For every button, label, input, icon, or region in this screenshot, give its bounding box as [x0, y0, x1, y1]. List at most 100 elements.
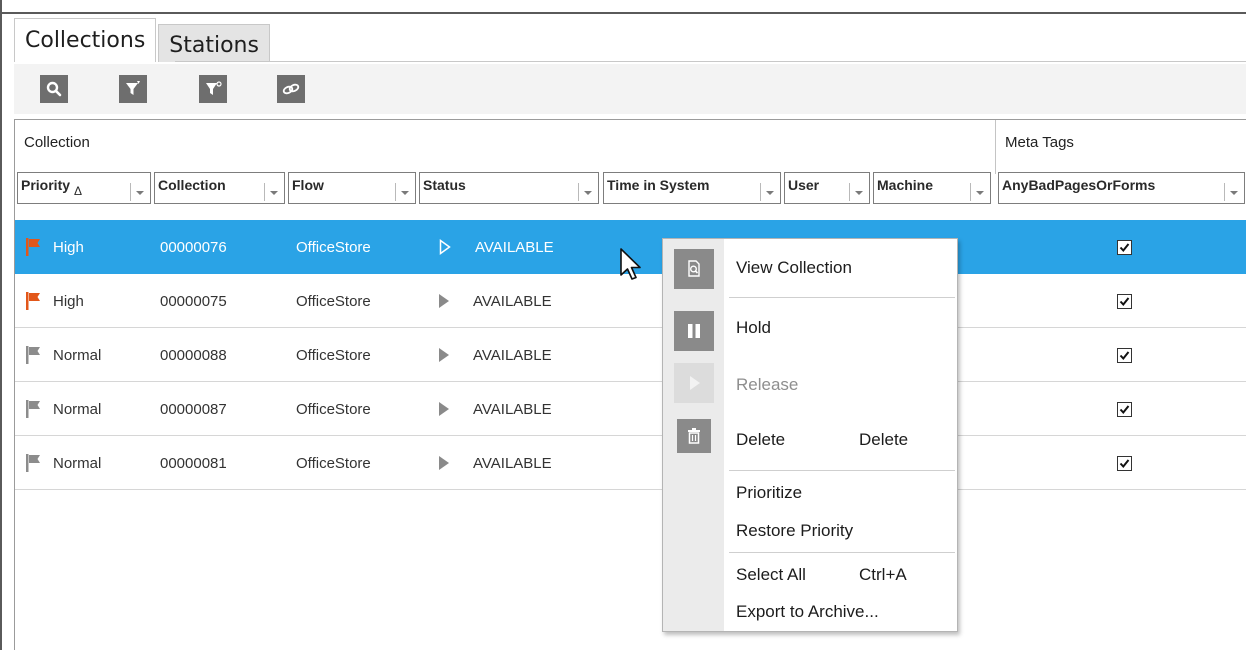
- table-row[interactable]: Normal 00000081 OfficeStore AVAILABLE: [15, 436, 1246, 490]
- column-header-status[interactable]: Status: [419, 172, 599, 204]
- chevron-down-icon[interactable]: [130, 183, 148, 201]
- context-menu: View Collection Hold Release Delete Dele…: [662, 238, 958, 632]
- menu-item-select-all[interactable]: Select All: [736, 565, 806, 585]
- play-icon: [439, 402, 449, 416]
- column-label: Status: [423, 177, 466, 193]
- delete-shortcut: Delete: [859, 430, 909, 449]
- menu-item-release: Release: [736, 375, 799, 394]
- priority-value: Normal: [53, 454, 102, 472]
- column-header-machine[interactable]: Machine: [873, 172, 991, 204]
- checkbox-checked-icon[interactable]: [1117, 239, 1132, 255]
- priority-cell: High: [23, 274, 84, 328]
- menu-item-prioritize[interactable]: Prioritize: [736, 483, 802, 503]
- search-icon: [46, 81, 62, 97]
- menu-separator: [729, 297, 955, 298]
- status-value: AVAILABLE: [473, 346, 552, 364]
- anybad-cell: [1117, 220, 1132, 274]
- status-cell: AVAILABLE: [439, 220, 554, 274]
- select-all-shortcut: Ctrl+A: [859, 565, 907, 584]
- anybad-cell: [1117, 274, 1132, 328]
- chevron-down-icon[interactable]: [760, 183, 778, 201]
- flag-normal-icon: [26, 346, 40, 364]
- priority-value: Normal: [53, 346, 102, 364]
- flow-cell: OfficeStore: [296, 292, 371, 310]
- flow-cell: OfficeStore: [296, 238, 371, 256]
- tab-stations[interactable]: Stations: [158, 24, 270, 62]
- link-icon: [282, 83, 300, 95]
- column-header-priority[interactable]: Priority Δ: [17, 172, 151, 204]
- status-cell: AVAILABLE: [439, 274, 552, 328]
- collection-cell: 00000081: [160, 454, 227, 472]
- anybad-cell: [1117, 328, 1132, 382]
- priority-cell: Normal: [23, 328, 101, 382]
- group-header-meta-tags: Meta Tags: [1005, 134, 1074, 151]
- menu-item-hold[interactable]: Hold: [736, 318, 771, 338]
- chevron-down-icon[interactable]: [578, 183, 596, 201]
- play-icon: [439, 456, 449, 470]
- menu-item-delete[interactable]: Delete: [736, 430, 785, 450]
- priority-value: High: [53, 292, 84, 310]
- chevron-down-icon[interactable]: [1224, 183, 1242, 201]
- column-label: Priority: [21, 177, 71, 193]
- priority-cell: High: [23, 220, 84, 274]
- collection-cell: 00000076: [160, 238, 227, 256]
- top-border: [0, 12, 1246, 14]
- collection-cell: 00000075: [160, 292, 227, 310]
- checkbox-checked-icon[interactable]: [1117, 347, 1132, 363]
- menu-item-export-to-archive[interactable]: Export to Archive...: [736, 602, 879, 622]
- play-icon: [439, 348, 449, 362]
- column-label: Time in System: [607, 177, 710, 193]
- flag-high-icon: [26, 292, 40, 310]
- link-button[interactable]: [277, 75, 305, 103]
- checkbox-checked-icon[interactable]: [1117, 401, 1132, 417]
- tab-collections[interactable]: Collections: [14, 18, 157, 62]
- tab-divider: [175, 61, 1246, 62]
- search-button[interactable]: [40, 75, 68, 103]
- column-header-collection[interactable]: Collection: [154, 172, 285, 204]
- status-value: AVAILABLE: [473, 400, 552, 418]
- status-cell: AVAILABLE: [439, 436, 552, 490]
- toolbar: [14, 64, 1246, 114]
- chevron-down-icon[interactable]: [849, 183, 867, 201]
- flag-normal-icon: [26, 454, 40, 472]
- table-row[interactable]: Normal 00000088 OfficeStore AVAILABLE: [15, 328, 1246, 382]
- group-header-collection: Collection: [24, 134, 90, 151]
- status-value: AVAILABLE: [473, 292, 552, 310]
- pause-icon: [674, 311, 714, 351]
- play-disabled-icon: [674, 363, 714, 403]
- tab-strip: Collections Stations: [14, 18, 270, 62]
- column-header-time-in-system[interactable]: Time in System: [603, 172, 781, 204]
- checkbox-checked-icon[interactable]: [1117, 293, 1132, 309]
- chevron-down-icon[interactable]: [395, 183, 413, 201]
- chevron-down-icon[interactable]: [970, 183, 988, 201]
- column-header-anybadpagesorforms[interactable]: AnyBadPagesOrForms: [998, 172, 1245, 204]
- menu-item-restore-priority[interactable]: Restore Priority: [736, 521, 853, 541]
- sort-ascending-icon: Δ: [74, 184, 83, 198]
- flow-cell: OfficeStore: [296, 454, 371, 472]
- chevron-down-icon[interactable]: [264, 183, 282, 201]
- flag-high-icon: [26, 238, 40, 256]
- play-icon: [439, 294, 449, 308]
- anybad-cell: [1117, 382, 1132, 436]
- priority-value: High: [53, 238, 84, 256]
- filter-settings-button[interactable]: [199, 75, 227, 103]
- column-label: AnyBadPagesOrForms: [1002, 177, 1156, 193]
- filter-settings-icon: [206, 81, 222, 95]
- flow-cell: OfficeStore: [296, 346, 371, 364]
- status-value: AVAILABLE: [475, 238, 554, 256]
- column-header-user[interactable]: User: [784, 172, 870, 204]
- status-cell: AVAILABLE: [439, 328, 552, 382]
- column-header-flow[interactable]: Flow: [288, 172, 416, 204]
- table-row[interactable]: Normal 00000087 OfficeStore AVAILABLE: [15, 382, 1246, 436]
- view-collection-icon: [674, 249, 714, 289]
- collections-grid: Collection Meta Tags Priority Δ Collectio…: [14, 119, 1246, 650]
- anybad-cell: [1117, 436, 1132, 490]
- status-cell: AVAILABLE: [439, 382, 552, 436]
- priority-cell: Normal: [23, 382, 101, 436]
- trash-icon: [677, 419, 711, 453]
- flow-cell: OfficeStore: [296, 400, 371, 418]
- checkbox-checked-icon[interactable]: [1117, 455, 1132, 471]
- menu-item-view-collection[interactable]: View Collection: [736, 258, 852, 278]
- column-label: Flow: [292, 177, 324, 193]
- filter-button[interactable]: [119, 75, 147, 103]
